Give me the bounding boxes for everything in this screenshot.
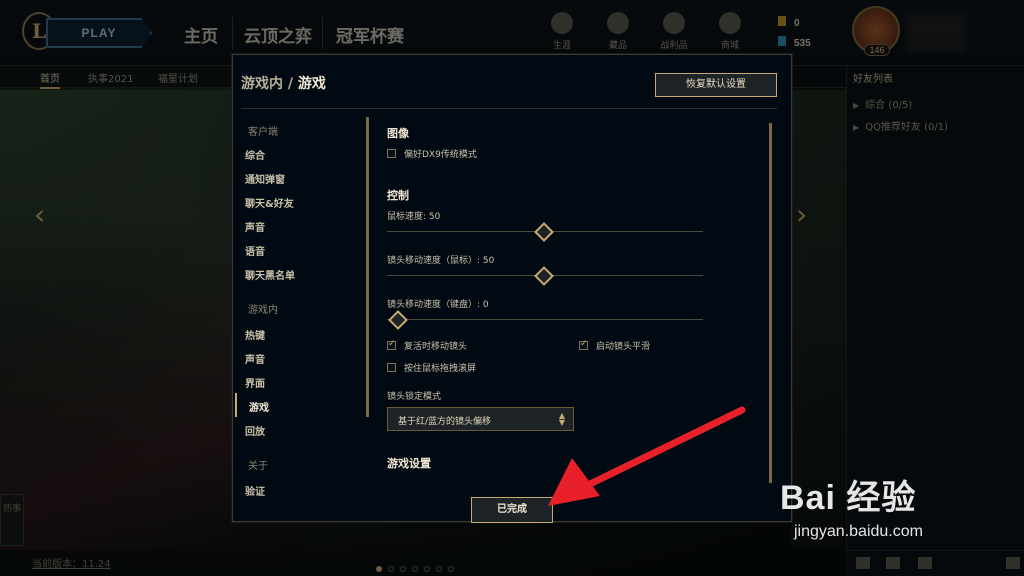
watermark-logo: Bai 经验 [780, 479, 917, 517]
watermark: Bai 经验 jingyan.baidu.com [780, 470, 923, 541]
watermark-url: jingyan.baidu.com [794, 523, 923, 540]
